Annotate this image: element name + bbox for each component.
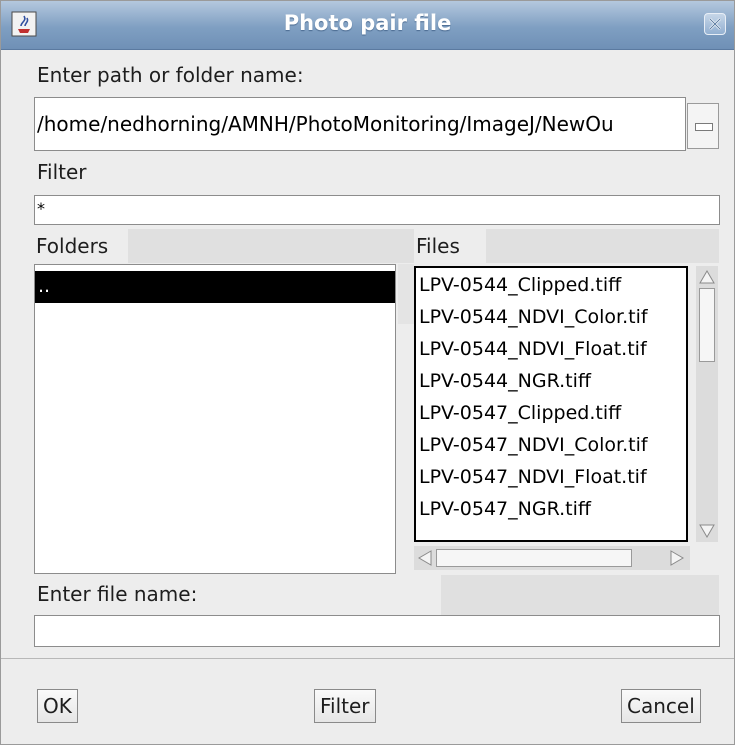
file-item[interactable]: LPV-0544_Clipped.tiff [416,270,686,302]
files-horizontal-scrollbar[interactable] [414,546,690,570]
browse-icon [695,123,713,131]
browse-button[interactable] [687,103,719,149]
file-item[interactable]: LPV-0544_NDVI_Color.tif [416,302,686,334]
folders-scrollbar[interactable] [398,264,414,324]
cancel-button[interactable]: Cancel [621,689,701,723]
file-item[interactable]: LPV-0547_Clipped.tiff [416,398,686,430]
files-horizontal-scroll-thumb[interactable] [436,549,632,567]
scroll-up-arrow-icon[interactable] [698,268,716,286]
title-bar[interactable]: Photo pair file [1,1,734,50]
scroll-down-arrow-icon[interactable] [698,522,716,540]
folder-item-parent[interactable]: .. [35,271,395,303]
files-vertical-scrollbar[interactable] [696,266,718,542]
folders-label: Folders [34,229,128,263]
file-item[interactable]: LPV-0544_NDVI_Float.tif [416,334,686,366]
filename-header-filler [441,575,719,615]
folders-header: Folders [34,229,414,263]
filename-label: Enter file name: [37,582,198,606]
folders-list[interactable]: .. [34,264,396,574]
photo-pair-file-dialog: Photo pair file Enter path or folder nam… [0,0,735,745]
file-item[interactable]: LPV-0547_NDVI_Float.tif [416,462,686,494]
file-item[interactable]: LPV-0547_NDVI_Color.tif [416,430,686,462]
filter-button[interactable]: Filter [314,689,376,723]
path-label: Enter path or folder name: [37,63,304,87]
filter-input[interactable]: * [34,195,720,225]
filter-label: Filter [37,160,87,184]
files-header: Files [414,229,719,263]
file-item[interactable]: LPV-0547_NGR.tiff [416,494,686,526]
file-item[interactable]: LPV-0544_NGR.tiff [416,366,686,398]
filename-input[interactable] [34,615,720,647]
scroll-left-arrow-icon[interactable] [416,549,434,567]
files-list[interactable]: LPV-0544_Clipped.tiff LPV-0544_NDVI_Colo… [414,266,688,542]
scroll-right-arrow-icon[interactable] [668,549,686,567]
path-input[interactable]: /home/nedhorning/AMNH/PhotoMonitoring/Im… [34,97,686,151]
close-icon [709,18,721,30]
window-title: Photo pair file [283,11,452,35]
button-separator [1,658,734,659]
close-button[interactable] [704,13,726,35]
ok-button[interactable]: OK [37,689,78,723]
files-vertical-scroll-thumb[interactable] [699,288,715,362]
files-label: Files [414,229,486,263]
